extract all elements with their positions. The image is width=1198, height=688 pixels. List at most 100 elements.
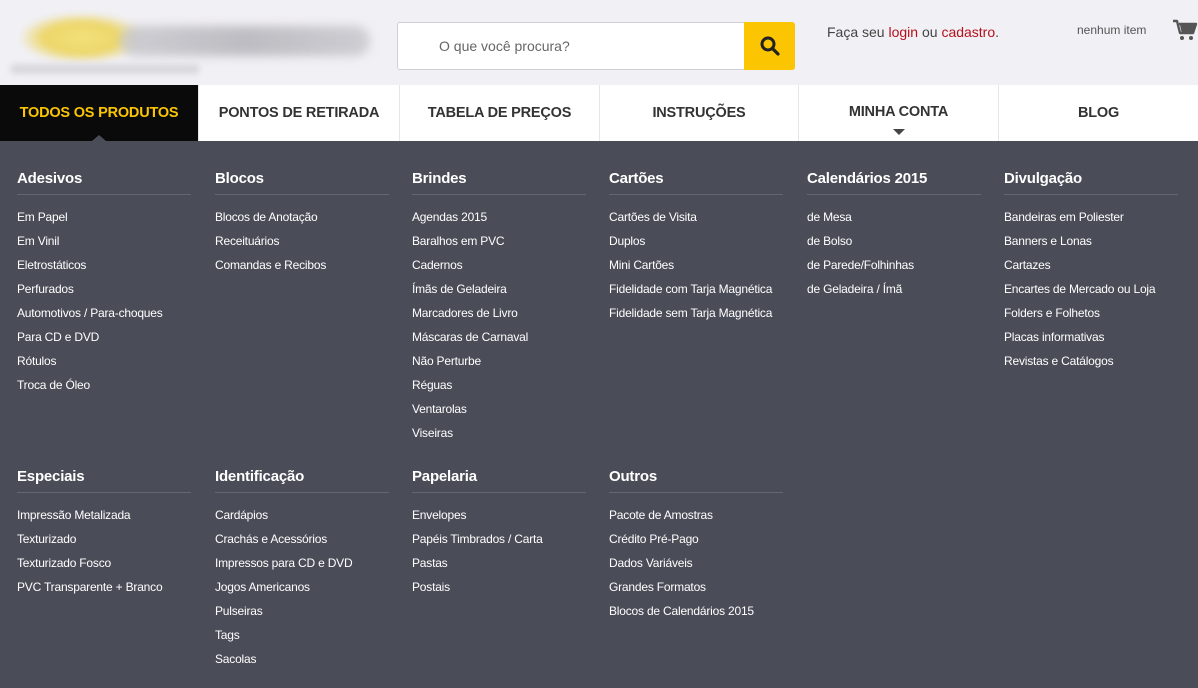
menu-list: Pacote de Amostras Crédito Pré-Pago Dado… bbox=[609, 503, 783, 623]
products-mega-menu: Adesivos Em Papel Em Vinil Eletrostático… bbox=[0, 141, 1198, 688]
nav-label: INSTRUÇÕES bbox=[652, 105, 746, 121]
menu-item[interactable]: Marcadores de Livro bbox=[412, 301, 586, 325]
menu-item[interactable]: Pastas bbox=[412, 551, 586, 575]
logo[interactable] bbox=[8, 8, 378, 74]
menu-category-title[interactable]: Blocos bbox=[215, 170, 389, 195]
menu-list: Em Papel Em Vinil Eletrostáticos Perfura… bbox=[17, 205, 191, 397]
menu-item[interactable]: Máscaras de Carnaval bbox=[412, 325, 586, 349]
search-input[interactable] bbox=[399, 24, 744, 68]
menu-item[interactable]: Em Vinil bbox=[17, 229, 191, 253]
menu-category-title[interactable]: Especiais bbox=[17, 468, 191, 493]
menu-item[interactable]: Mini Cartões bbox=[609, 253, 783, 277]
menu-item[interactable]: Impressos para CD e DVD bbox=[215, 551, 389, 575]
menu-item[interactable]: Grandes Formatos bbox=[609, 575, 783, 599]
chevron-down-icon bbox=[892, 129, 905, 135]
menu-column-especiais: Especiais Impressão Metalizada Texturiza… bbox=[17, 468, 191, 599]
menu-item[interactable]: Folders e Folhetos bbox=[1004, 301, 1178, 325]
menu-item[interactable]: Envelopes bbox=[412, 503, 586, 527]
cart-status[interactable]: nenhum item bbox=[1077, 23, 1146, 37]
cart-icon[interactable] bbox=[1172, 18, 1198, 42]
menu-item[interactable]: Banners e Lonas bbox=[1004, 229, 1178, 253]
menu-item[interactable]: de Geladeira / Ímã bbox=[807, 277, 981, 301]
nav-blog[interactable]: BLOG bbox=[998, 85, 1198, 141]
menu-item[interactable]: Cardápios bbox=[215, 503, 389, 527]
menu-item[interactable]: Texturizado Fosco bbox=[17, 551, 191, 575]
menu-column-brindes: Brindes Agendas 2015 Baralhos em PVC Cad… bbox=[412, 170, 586, 445]
nav-my-account[interactable]: MINHA CONTA bbox=[798, 85, 998, 141]
menu-item[interactable]: PVC Transparente + Branco bbox=[17, 575, 191, 599]
menu-item[interactable]: Rótulos bbox=[17, 349, 191, 373]
menu-list: Cartões de Visita Duplos Mini Cartões Fi… bbox=[609, 205, 783, 325]
menu-item[interactable]: Troca de Óleo bbox=[17, 373, 191, 397]
menu-item[interactable]: Viseiras bbox=[412, 421, 586, 445]
login-link[interactable]: login bbox=[888, 24, 918, 40]
menu-item[interactable]: Sacolas bbox=[215, 647, 389, 671]
menu-item[interactable]: Baralhos em PVC bbox=[412, 229, 586, 253]
menu-item[interactable]: Encartes de Mercado ou Loja bbox=[1004, 277, 1178, 301]
menu-category-title[interactable]: Outros bbox=[609, 468, 783, 493]
menu-item[interactable]: Ímãs de Geladeira bbox=[412, 277, 586, 301]
search-icon bbox=[760, 36, 780, 56]
menu-category-title[interactable]: Brindes bbox=[412, 170, 586, 195]
nav-label: MINHA CONTA bbox=[848, 103, 949, 120]
menu-item[interactable]: Crédito Pré-Pago bbox=[609, 527, 783, 551]
menu-item[interactable]: Pacote de Amostras bbox=[609, 503, 783, 527]
menu-item[interactable]: Duplos bbox=[609, 229, 783, 253]
menu-item[interactable]: de Parede/Folhinhas bbox=[807, 253, 981, 277]
menu-category-title[interactable]: Divulgação bbox=[1004, 170, 1178, 195]
nav-label: TABELA DE PREÇOS bbox=[427, 105, 572, 121]
menu-list: Blocos de Anotação Receituários Comandas… bbox=[215, 205, 389, 277]
menu-item[interactable]: Agendas 2015 bbox=[412, 205, 586, 229]
menu-list: Impressão Metalizada Texturizado Texturi… bbox=[17, 503, 191, 599]
menu-item[interactable]: de Mesa bbox=[807, 205, 981, 229]
menu-item[interactable]: Fidelidade sem Tarja Magnética bbox=[609, 301, 783, 325]
menu-item[interactable]: Ventarolas bbox=[412, 397, 586, 421]
nav-label: BLOG bbox=[1077, 105, 1120, 121]
signup-link[interactable]: cadastro bbox=[941, 24, 995, 40]
menu-item[interactable]: Cadernos bbox=[412, 253, 586, 277]
menu-item[interactable]: Placas informativas bbox=[1004, 325, 1178, 349]
menu-item[interactable]: Jogos Americanos bbox=[215, 575, 389, 599]
menu-category-title[interactable]: Papelaria bbox=[412, 468, 586, 493]
menu-item[interactable]: Blocos de Calendários 2015 bbox=[609, 599, 783, 623]
menu-item[interactable]: Automotivos / Para-choques bbox=[17, 301, 191, 325]
nav-instructions[interactable]: INSTRUÇÕES bbox=[599, 85, 798, 141]
menu-item[interactable]: de Bolso bbox=[807, 229, 981, 253]
menu-item[interactable]: Bandeiras em Poliester bbox=[1004, 205, 1178, 229]
menu-item[interactable]: Receituários bbox=[215, 229, 389, 253]
menu-category-title[interactable]: Adesivos bbox=[17, 170, 191, 195]
nav-all-products[interactable]: TODOS OS PRODUTOS bbox=[0, 85, 198, 141]
menu-item[interactable]: Não Perturbe bbox=[412, 349, 586, 373]
menu-item[interactable]: Para CD e DVD bbox=[17, 325, 191, 349]
menu-item[interactable]: Impressão Metalizada bbox=[17, 503, 191, 527]
nav-pickup-points[interactable]: PONTOS DE RETIRADA bbox=[198, 85, 399, 141]
menu-item[interactable]: Cartões de Visita bbox=[609, 205, 783, 229]
menu-list: de Mesa de Bolso de Parede/Folhinhas de … bbox=[807, 205, 981, 301]
menu-item[interactable]: Fidelidade com Tarja Magnética bbox=[609, 277, 783, 301]
menu-item[interactable]: Eletrostáticos bbox=[17, 253, 191, 277]
menu-item[interactable]: Tags bbox=[215, 623, 389, 647]
search-button[interactable] bbox=[744, 22, 795, 70]
menu-item[interactable]: Blocos de Anotação bbox=[215, 205, 389, 229]
menu-item[interactable]: Comandas e Recibos bbox=[215, 253, 389, 277]
menu-column-blocos: Blocos Blocos de Anotação Receituários C… bbox=[215, 170, 389, 277]
menu-item[interactable]: Crachás e Acessórios bbox=[215, 527, 389, 551]
menu-item[interactable]: Papéis Timbrados / Carta bbox=[412, 527, 586, 551]
menu-item[interactable]: Perfurados bbox=[17, 277, 191, 301]
menu-category-title[interactable]: Cartões bbox=[609, 170, 783, 195]
menu-item[interactable]: Em Papel bbox=[17, 205, 191, 229]
menu-item[interactable]: Postais bbox=[412, 575, 586, 599]
menu-category-title[interactable]: Identificação bbox=[215, 468, 389, 493]
nav-price-table[interactable]: TABELA DE PREÇOS bbox=[399, 85, 599, 141]
menu-item[interactable]: Dados Variáveis bbox=[609, 551, 783, 575]
menu-item[interactable]: Pulseiras bbox=[215, 599, 389, 623]
menu-item[interactable]: Revistas e Catálogos bbox=[1004, 349, 1178, 373]
nav-label: TODOS OS PRODUTOS bbox=[19, 105, 179, 121]
menu-item[interactable]: Texturizado bbox=[17, 527, 191, 551]
menu-category-title[interactable]: Calendários 2015 bbox=[807, 170, 981, 195]
account-middle: ou bbox=[918, 24, 942, 40]
menu-item[interactable]: Réguas bbox=[412, 373, 586, 397]
menu-item[interactable]: Cartazes bbox=[1004, 253, 1178, 277]
menu-column-calendarios: Calendários 2015 de Mesa de Bolso de Par… bbox=[807, 170, 981, 301]
menu-column-cartoes: Cartões Cartões de Visita Duplos Mini Ca… bbox=[609, 170, 783, 325]
